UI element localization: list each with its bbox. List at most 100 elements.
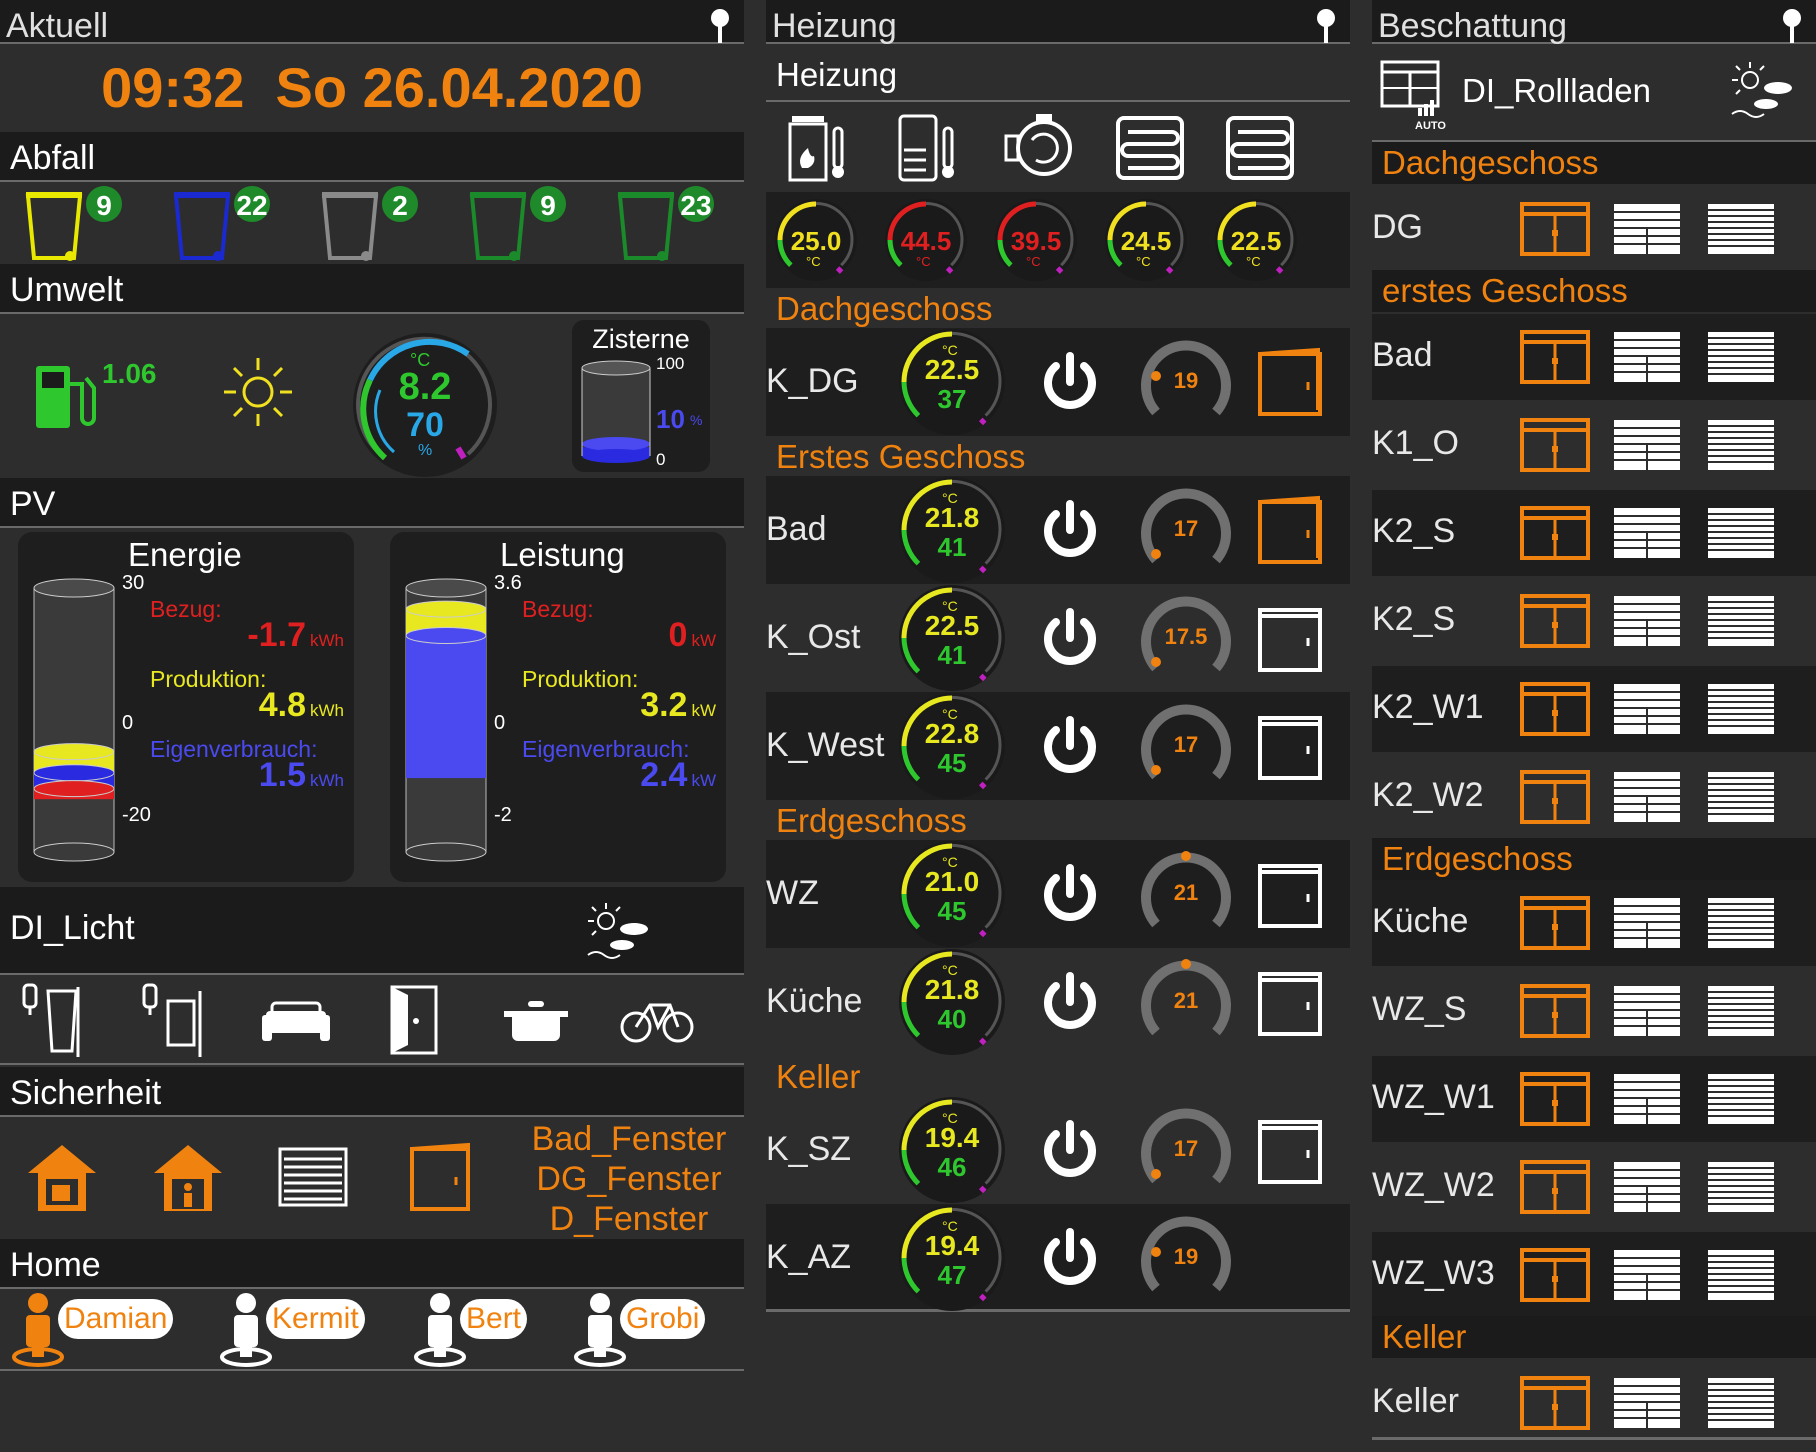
shutter-closed-button[interactable]	[1706, 1376, 1776, 1435]
boiler-icon[interactable]	[784, 110, 856, 191]
window-open-icon[interactable]	[408, 1141, 474, 1213]
window-open-icon[interactable]	[1256, 346, 1326, 423]
shutter-half-button[interactable]	[1612, 202, 1682, 261]
shutter-open-button[interactable]	[1520, 1248, 1590, 1307]
sofa-icon[interactable]	[258, 981, 334, 1064]
shutter-half-button[interactable]	[1612, 1160, 1682, 1219]
door-icon[interactable]	[378, 981, 454, 1064]
power-icon[interactable]	[1038, 714, 1102, 783]
device-temperature-gauge[interactable]: 24.5 °C	[1104, 198, 1188, 282]
room-climate-gauge[interactable]: °C 21.8 41	[898, 476, 1006, 584]
room-climate-gauge[interactable]: °C 21.0 45	[898, 840, 1006, 948]
power-icon[interactable]	[1038, 970, 1102, 1039]
shutter-closed-button[interactable]	[1706, 1248, 1776, 1307]
setpoint-dial[interactable]: 19	[1140, 1212, 1232, 1309]
shutter-open-button[interactable]	[1520, 506, 1590, 565]
setpoint-dial[interactable]: 17	[1140, 484, 1232, 581]
power-icon[interactable]	[1038, 606, 1102, 675]
cooking-pot-icon[interactable]	[498, 981, 574, 1064]
water-tank-icon[interactable]	[894, 110, 966, 191]
setpoint-dial[interactable]: 21	[1140, 956, 1232, 1053]
grey-bin-icon[interactable]	[320, 188, 380, 267]
house-alarm-icon[interactable]	[24, 1141, 100, 1215]
person-icon[interactable]	[10, 1291, 66, 1372]
shutter-half-button[interactable]	[1612, 1248, 1682, 1307]
window-open-icon[interactable]	[1256, 494, 1326, 571]
shutter-open-button[interactable]	[1520, 202, 1590, 261]
person-icon[interactable]	[412, 1291, 468, 1372]
shutter-half-button[interactable]	[1612, 682, 1682, 741]
person-icon[interactable]	[218, 1291, 274, 1372]
shutter-open-button[interactable]	[1520, 896, 1590, 955]
shutter-open-button[interactable]	[1520, 984, 1590, 1043]
shutter-open-button[interactable]	[1520, 418, 1590, 477]
shutter-half-button[interactable]	[1612, 418, 1682, 477]
sun-icon[interactable]	[222, 356, 294, 428]
shutter-closed-button[interactable]	[1706, 770, 1776, 829]
shutter-closed-button[interactable]	[1706, 594, 1776, 653]
pin-icon[interactable]	[1780, 8, 1804, 44]
bicycle-icon[interactable]	[618, 981, 694, 1064]
pump-icon[interactable]	[1004, 110, 1076, 191]
setpoint-dial[interactable]: 17	[1140, 1104, 1232, 1201]
garden-waste-icon[interactable]	[616, 188, 676, 267]
floor-heating-icon[interactable]	[1224, 110, 1296, 191]
shutter-closed-button[interactable]	[1706, 202, 1776, 261]
shutter-open-button[interactable]	[1520, 1160, 1590, 1219]
shutter-closed-button[interactable]	[1706, 896, 1776, 955]
shutter-auto-icon[interactable]	[1380, 60, 1440, 126]
fuel-pump-icon[interactable]	[34, 360, 104, 432]
window-closed-icon[interactable]	[1256, 602, 1326, 679]
shutter-closed-button[interactable]	[1706, 682, 1776, 741]
power-icon[interactable]	[1038, 498, 1102, 567]
setpoint-dial[interactable]: 17.5	[1140, 592, 1232, 689]
radiator-icon[interactable]	[1114, 110, 1186, 191]
power-icon[interactable]	[1038, 1118, 1102, 1187]
room-climate-gauge[interactable]: °C 19.4 47	[898, 1204, 1006, 1312]
device-temperature-gauge[interactable]: 39.5 °C	[994, 198, 1078, 282]
lamp-door-icon[interactable]	[138, 981, 214, 1064]
shutter-open-button[interactable]	[1520, 1376, 1590, 1435]
shutter-open-button[interactable]	[1520, 682, 1590, 741]
pv-energie-panel[interactable]: Energie 30 0 -20 Bezug: Produktion: Eigenverbr…	[18, 532, 354, 882]
green-bin-icon[interactable]	[468, 188, 528, 267]
power-icon[interactable]	[1038, 1226, 1102, 1295]
sun-cloud-icon[interactable]	[584, 901, 656, 963]
setpoint-dial[interactable]: 19	[1140, 336, 1232, 433]
zisterne-widget[interactable]: Zisterne 100 0 10 %	[572, 320, 710, 472]
device-temperature-gauge[interactable]: 25.0 °C	[774, 198, 858, 282]
weather-gauge[interactable]: °C 8.2 70 %	[350, 330, 500, 480]
shutter-half-button[interactable]	[1612, 330, 1682, 389]
blue-bin-icon[interactable]	[172, 188, 232, 267]
sun-cloud-icon[interactable]	[1728, 60, 1800, 122]
shutter-open-button[interactable]	[1520, 1072, 1590, 1131]
room-climate-gauge[interactable]: °C 22.5 37	[898, 328, 1006, 436]
pin-icon[interactable]	[708, 8, 732, 44]
power-icon[interactable]	[1038, 862, 1102, 931]
shutter-half-button[interactable]	[1612, 770, 1682, 829]
shutter-closed-button[interactable]	[1706, 506, 1776, 565]
room-climate-gauge[interactable]: °C 21.8 40	[898, 948, 1006, 1056]
shutter-half-button[interactable]	[1612, 594, 1682, 653]
setpoint-dial[interactable]: 21	[1140, 848, 1232, 945]
shutter-closed-button[interactable]	[1706, 1072, 1776, 1131]
power-icon[interactable]	[1038, 350, 1102, 419]
room-climate-gauge[interactable]: °C 19.4 46	[898, 1096, 1006, 1204]
window-closed-icon[interactable]	[1256, 710, 1326, 787]
window-closed-icon[interactable]	[1256, 1114, 1326, 1191]
shutter-half-button[interactable]	[1612, 506, 1682, 565]
shutter-open-button[interactable]	[1520, 330, 1590, 389]
person-icon[interactable]	[572, 1291, 628, 1372]
shutter-half-button[interactable]	[1612, 1376, 1682, 1435]
shutter-closed-button[interactable]	[1706, 330, 1776, 389]
device-temperature-gauge[interactable]: 22.5 °C	[1214, 198, 1298, 282]
device-temperature-gauge[interactable]: 44.5 °C	[884, 198, 968, 282]
shutter-half-button[interactable]	[1612, 1072, 1682, 1131]
yellow-bin-icon[interactable]	[24, 188, 84, 267]
shutter-open-button[interactable]	[1520, 594, 1590, 653]
shutter-closed-button[interactable]	[1706, 984, 1776, 1043]
pin-icon[interactable]	[1314, 8, 1338, 44]
shutter-half-button[interactable]	[1612, 896, 1682, 955]
shutter-closed-button[interactable]	[1706, 418, 1776, 477]
lamp-window-icon[interactable]	[18, 981, 94, 1064]
